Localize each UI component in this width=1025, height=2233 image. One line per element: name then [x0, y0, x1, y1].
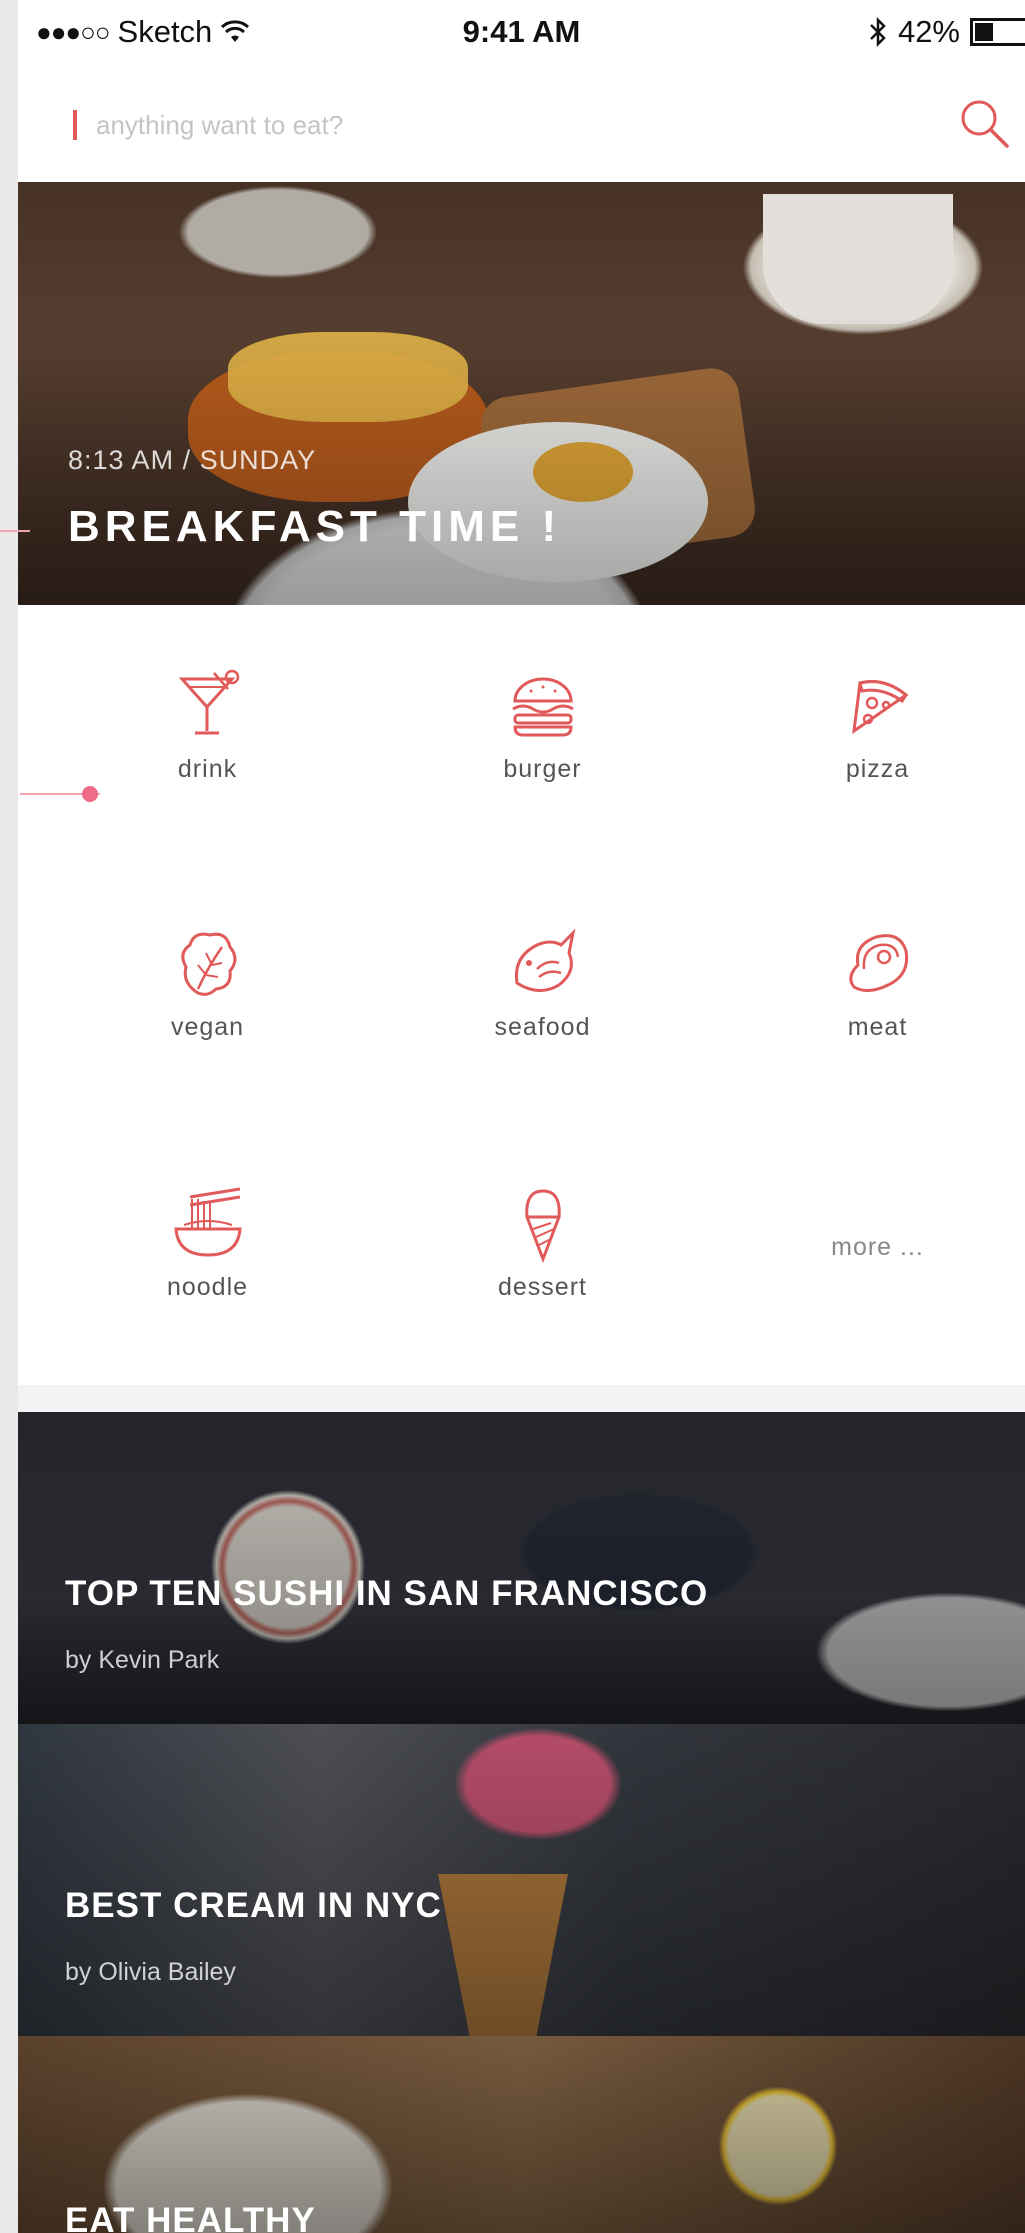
phone-screen: ●●●○○ Sketch 9:41 AM 42% anything want t…	[18, 0, 1025, 2233]
category-label: pizza	[845, 755, 910, 783]
article-title: EAT HEALTHY	[65, 2201, 316, 2233]
search-icon	[961, 100, 1009, 148]
category-label: dessert	[498, 1273, 587, 1301]
category-label: seafood	[494, 1013, 591, 1041]
category-grid: drink burger pizza vegan seafood meat no…	[18, 605, 1025, 1385]
category-seafood[interactable]: seafood	[375, 923, 710, 1123]
fish-icon	[514, 928, 575, 992]
category-pizza[interactable]: pizza	[710, 665, 1025, 865]
search-button[interactable]	[955, 94, 1015, 154]
battery-percent: 42%	[897, 14, 960, 49]
search-bar	[18, 64, 1025, 182]
category-label: meat	[847, 1013, 908, 1041]
category-vegan[interactable]: vegan	[40, 923, 375, 1123]
category-label: noodle	[166, 1273, 249, 1301]
hero-banner[interactable]: 8:13 AM / SUNDAY BREAKFAST TIME !	[18, 182, 1025, 605]
category-dessert[interactable]: dessert	[375, 1183, 710, 1383]
category-label: burger	[503, 755, 582, 783]
category-label: drink	[177, 755, 238, 783]
noodle-bowl-icon	[173, 1187, 242, 1257]
article-card[interactable]: TOP TEN SUSHI IN SAN FRANCISCO by Kevin …	[18, 1412, 1025, 1724]
article-title: BEST CREAM IN NYC	[65, 1886, 442, 1925]
text-cursor	[73, 110, 77, 140]
search-input[interactable]	[94, 104, 898, 146]
category-burger[interactable]: burger	[375, 665, 710, 865]
cocktail-icon	[178, 669, 239, 735]
steak-icon	[848, 934, 908, 992]
lettuce-icon	[180, 932, 236, 996]
article-card[interactable]: EAT HEALTHY	[18, 2036, 1025, 2233]
annotation-dot	[82, 786, 98, 802]
category-more[interactable]: more ...	[710, 1233, 1025, 1293]
status-bar: ●●●○○ Sketch 9:41 AM 42%	[18, 0, 1025, 64]
more-link-label: more ...	[831, 1233, 924, 1261]
status-right: 42%	[868, 14, 1025, 50]
hero-title: BREAKFAST TIME !	[68, 502, 562, 551]
article-author: by Kevin Park	[65, 1646, 220, 1674]
bluetooth-icon	[870, 17, 886, 47]
burger-icon	[511, 677, 574, 737]
ice-cream-icon	[524, 1189, 561, 1263]
article-card[interactable]: BEST CREAM IN NYC by Olivia Bailey	[18, 1724, 1025, 2036]
category-meat[interactable]: meat	[710, 923, 1025, 1123]
category-noodle[interactable]: noodle	[40, 1183, 375, 1383]
hero-subtitle: 8:13 AM / SUNDAY	[68, 445, 317, 475]
article-title: TOP TEN SUSHI IN SAN FRANCISCO	[65, 1574, 709, 1613]
category-label: vegan	[170, 1013, 245, 1041]
category-drink[interactable]: drink	[40, 665, 375, 865]
pizza-icon	[851, 680, 908, 735]
annotation-mark	[0, 530, 30, 532]
article-author: by Olivia Bailey	[65, 1958, 236, 1986]
battery-icon	[970, 18, 1025, 46]
